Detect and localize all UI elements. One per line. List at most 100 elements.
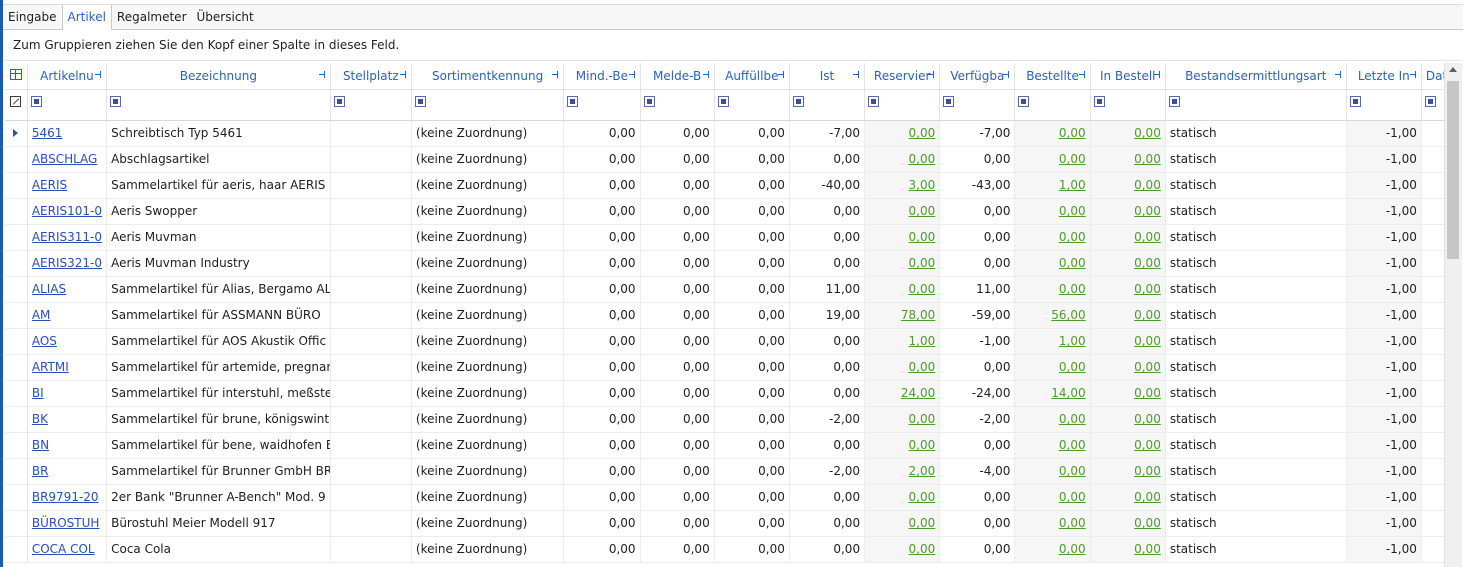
col-header-bestellte[interactable]: Bestellte: [1014, 63, 1091, 90]
filter-button-icon[interactable]: [1424, 95, 1436, 107]
stellplatz-cell[interactable]: [330, 406, 412, 433]
quantity-link[interactable]: 0,00: [909, 282, 936, 296]
letzte-inventur-cell[interactable]: -1,00: [1346, 458, 1422, 485]
auffuellbestand-cell[interactable]: 0,00: [714, 406, 790, 433]
datum-cell[interactable]: [1421, 146, 1444, 173]
filter-button-icon[interactable]: [943, 95, 955, 107]
datum-cell[interactable]: [1421, 484, 1444, 511]
auffuellbestand-cell[interactable]: 0,00: [714, 172, 790, 199]
filter-button-icon[interactable]: [792, 95, 804, 107]
quantity-link[interactable]: 1,00: [1059, 334, 1086, 348]
artikel-link[interactable]: AOS: [32, 334, 57, 348]
ist-cell[interactable]: 0,00: [789, 380, 866, 407]
meldebestand-cell[interactable]: 0,00: [640, 146, 715, 173]
bestandsermittlungsart-cell[interactable]: statisch: [1165, 224, 1347, 251]
letzte-inventur-cell[interactable]: -1,00: [1346, 224, 1422, 251]
meldebestand-cell[interactable]: 0,00: [640, 302, 715, 329]
letzte-inventur-cell[interactable]: -1,00: [1346, 484, 1422, 511]
quantity-link[interactable]: 14,00: [1051, 386, 1085, 400]
meldebestand-cell[interactable]: 0,00: [640, 224, 715, 251]
bezeichnung-cell[interactable]: Sammelartikel für aeris, haar AERIS: [106, 172, 331, 199]
sortimentkennung-cell[interactable]: (keine Zuordnung): [411, 484, 565, 511]
datum-cell[interactable]: [1421, 510, 1444, 537]
stellplatz-cell[interactable]: [330, 510, 412, 537]
meldebestand-cell[interactable]: 0,00: [640, 432, 715, 459]
table-row[interactable]: AERIS311-0 Aeris Muvman (keine Zuordnung) 0…: [5, 224, 1444, 251]
row-indicator-cell[interactable]: [5, 510, 28, 537]
table-row[interactable]: BR9791-20 2er Bank "Brunner A-Bench" Mod.…: [5, 484, 1444, 511]
quantity-link[interactable]: 2,00: [909, 464, 936, 478]
verfuegbar-cell[interactable]: 11,00: [939, 276, 1016, 303]
row-indicator-cell[interactable]: [5, 354, 28, 381]
auffuellbestand-cell[interactable]: 0,00: [714, 146, 790, 173]
pin-icon[interactable]: [318, 71, 327, 79]
filter-cell-ist[interactable]: [789, 89, 866, 121]
datum-cell[interactable]: [1421, 536, 1444, 563]
bestandsermittlungsart-cell[interactable]: statisch: [1165, 484, 1347, 511]
mindestbestand-cell[interactable]: 0,00: [563, 302, 641, 329]
letzte-inventur-cell[interactable]: -1,00: [1346, 120, 1422, 147]
letzte-inventur-cell[interactable]: -1,00: [1346, 276, 1422, 303]
filter-cell-in-bestellung[interactable]: [1090, 89, 1166, 121]
quantity-link[interactable]: 0,00: [909, 360, 936, 374]
stellplatz-cell[interactable]: [330, 328, 412, 355]
table-row[interactable]: ABSCHLAG Abschlagsartikel (keine Zuordnung…: [5, 146, 1444, 173]
verfuegbar-cell[interactable]: -59,00: [939, 302, 1016, 329]
mindestbestand-cell[interactable]: 0,00: [563, 172, 641, 199]
col-header-in-bestellung[interactable]: In Bestell: [1090, 63, 1166, 90]
quantity-link[interactable]: 0,00: [1059, 282, 1086, 296]
mindestbestand-cell[interactable]: 0,00: [563, 276, 641, 303]
quantity-link[interactable]: 0,00: [1134, 464, 1161, 478]
quantity-link[interactable]: 0,00: [1134, 256, 1161, 270]
column-chooser-icon[interactable]: [9, 68, 22, 80]
auffuellbestand-cell[interactable]: 0,00: [714, 302, 790, 329]
pin-icon[interactable]: [552, 71, 560, 79]
mindestbestand-cell[interactable]: 0,00: [563, 484, 641, 511]
bestandsermittlungsart-cell[interactable]: statisch: [1165, 302, 1347, 329]
pin-icon[interactable]: [1409, 71, 1418, 79]
auffuellbestand-cell[interactable]: 0,00: [714, 198, 790, 225]
tab-uebersicht[interactable]: Übersicht: [192, 5, 259, 29]
sortimentkennung-cell[interactable]: (keine Zuordnung): [411, 536, 565, 563]
pin-icon[interactable]: [399, 71, 408, 79]
ist-cell[interactable]: 0,00: [789, 432, 866, 459]
letzte-inventur-cell[interactable]: -1,00: [1346, 302, 1422, 329]
quantity-link[interactable]: 0,00: [909, 412, 936, 426]
verfuegbar-cell[interactable]: 0,00: [939, 250, 1016, 277]
filter-cell-auffuellbestand[interactable]: [714, 89, 790, 121]
bestandsermittlungsart-cell[interactable]: statisch: [1165, 354, 1347, 381]
meldebestand-cell[interactable]: 0,00: [640, 172, 715, 199]
quantity-link[interactable]: 0,00: [1059, 360, 1086, 374]
bestandsermittlungsart-cell[interactable]: statisch: [1165, 536, 1347, 563]
ist-cell[interactable]: 0,00: [789, 510, 866, 537]
quantity-link[interactable]: 0,00: [1134, 412, 1161, 426]
verfuegbar-cell[interactable]: 0,00: [939, 484, 1016, 511]
sortimentkennung-cell[interactable]: (keine Zuordnung): [411, 198, 565, 225]
table-row[interactable]: AOS Sammelartikel für AOS Akustik Offic (k…: [5, 328, 1444, 355]
artikel-link[interactable]: ARTMI: [32, 360, 69, 374]
bestandsermittlungsart-cell[interactable]: statisch: [1165, 406, 1347, 433]
ist-cell[interactable]: 0,00: [789, 484, 866, 511]
pin-icon[interactable]: [1078, 71, 1087, 79]
letzte-inventur-cell[interactable]: -1,00: [1346, 536, 1422, 563]
datum-cell[interactable]: [1421, 250, 1444, 277]
col-header-mindestbestand[interactable]: Mind.-Be: [563, 63, 641, 90]
quantity-link[interactable]: 0,00: [1134, 230, 1161, 244]
filter-button-icon[interactable]: [717, 95, 729, 107]
quantity-link[interactable]: 0,00: [1059, 126, 1086, 140]
filter-cell-sortimentkennung[interactable]: [411, 89, 565, 121]
letzte-inventur-cell[interactable]: -1,00: [1346, 172, 1422, 199]
filter-cell-mindestbestand[interactable]: [563, 89, 641, 121]
stellplatz-cell[interactable]: [330, 120, 412, 147]
bezeichnung-cell[interactable]: Aeris Muvman Industry: [106, 250, 331, 277]
verfuegbar-cell[interactable]: 0,00: [939, 510, 1016, 537]
col-header-ist[interactable]: Ist: [789, 63, 866, 90]
ist-cell[interactable]: 11,00: [789, 276, 866, 303]
col-header-reserviert[interactable]: Reservier: [864, 63, 941, 90]
mindestbestand-cell[interactable]: 0,00: [563, 198, 641, 225]
table-row[interactable]: BR Sammelartikel für Brunner GmbH BR (kein…: [5, 458, 1444, 485]
col-header-auffuellbestand[interactable]: Auffüllbe: [714, 63, 790, 90]
auffuellbestand-cell[interactable]: 0,00: [714, 276, 790, 303]
row-indicator-cell[interactable]: [5, 172, 28, 199]
meldebestand-cell[interactable]: 0,00: [640, 536, 715, 563]
